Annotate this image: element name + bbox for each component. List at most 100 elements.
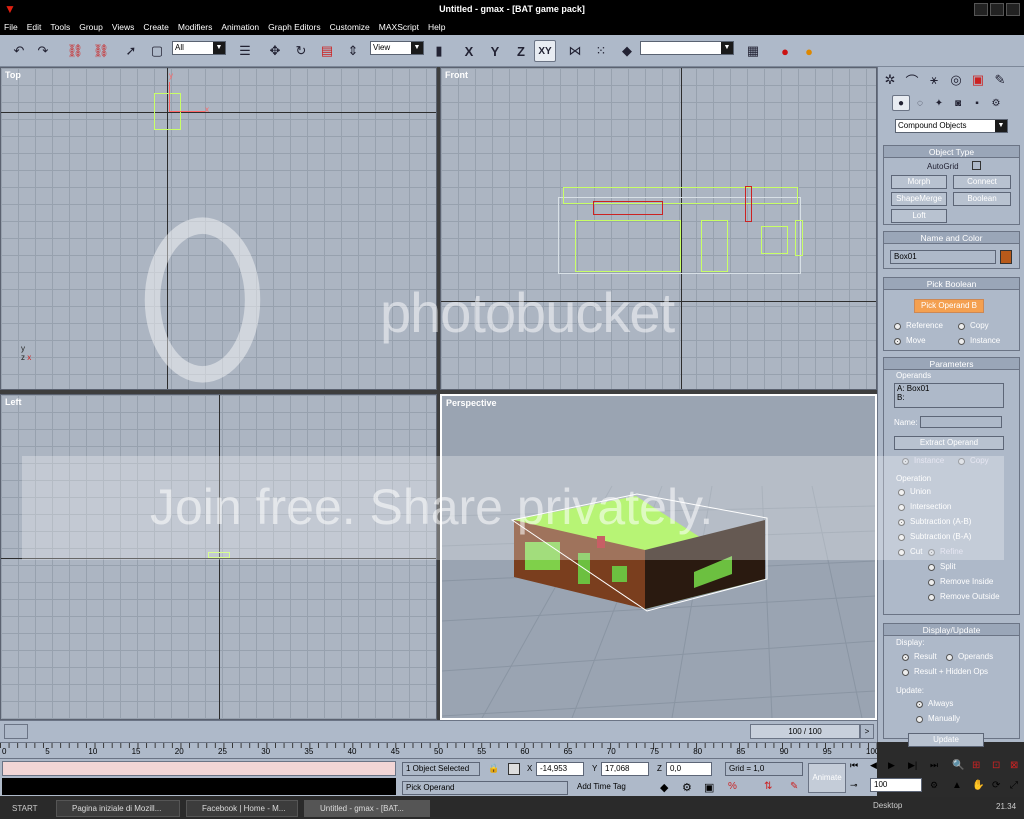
- time-config-icon[interactable]: ⚙: [930, 780, 938, 791]
- squash-icon[interactable]: ⇕: [342, 40, 364, 62]
- operand-b-item[interactable]: B:: [895, 393, 1003, 402]
- menu-modifiers[interactable]: Modifiers: [178, 22, 212, 32]
- x-coordinate-field[interactable]: -14,953: [536, 762, 584, 776]
- instance-radio[interactable]: [958, 338, 965, 345]
- operands-radio[interactable]: [946, 654, 953, 661]
- goto-end-icon[interactable]: ⏭: [930, 760, 938, 771]
- select-by-name-icon[interactable]: ☰: [234, 40, 256, 62]
- pick-operand-b-button[interactable]: Pick Operand B: [914, 299, 984, 313]
- always-radio[interactable]: [916, 701, 923, 708]
- result-radio[interactable]: [902, 654, 909, 661]
- pivot-icon[interactable]: ▮: [428, 40, 450, 62]
- play-icon[interactable]: ▶: [888, 760, 895, 771]
- menu-group[interactable]: Group: [79, 22, 103, 32]
- remove-inside-radio[interactable]: [928, 579, 935, 586]
- display-tab-icon[interactable]: ▣: [968, 71, 988, 89]
- redo-icon[interactable]: ↷: [32, 40, 54, 62]
- object-name-field[interactable]: Box01: [890, 250, 996, 264]
- desktop-toolbar[interactable]: Desktop: [873, 801, 902, 810]
- lock-icon[interactable]: 🔒: [488, 763, 499, 774]
- y-coordinate-field[interactable]: 17,068: [601, 762, 649, 776]
- time-slider[interactable]: 100 / 100: [750, 724, 860, 739]
- copy-radio[interactable]: [958, 323, 965, 330]
- viewport-front[interactable]: Front: [440, 67, 877, 390]
- menu-customize[interactable]: Customize: [330, 22, 370, 32]
- menu-maxscript[interactable]: MAXScript: [379, 22, 419, 32]
- pan-icon[interactable]: ✋: [972, 780, 984, 791]
- result-hidden-radio[interactable]: [902, 669, 909, 676]
- update-button[interactable]: Update: [908, 733, 984, 747]
- angle-snap-icon[interactable]: ⚙: [682, 781, 692, 794]
- category-dropdown[interactable]: Compound Objects ▼: [895, 119, 1008, 133]
- align-icon[interactable]: ◆: [616, 40, 638, 62]
- zoom-extents-all-icon[interactable]: ⊠: [1010, 760, 1018, 771]
- animate-button[interactable]: Animate: [808, 763, 846, 793]
- link-icon[interactable]: ⛓: [64, 40, 86, 62]
- menu-animation[interactable]: Animation: [221, 22, 259, 32]
- shapes-icon[interactable]: ◌: [911, 95, 929, 111]
- create-tab-icon[interactable]: ✲: [880, 71, 900, 89]
- goto-start-icon[interactable]: ⏮: [850, 760, 858, 771]
- edit-named-selection-icon[interactable]: ✎: [790, 781, 798, 792]
- field-of-view-icon[interactable]: ▲: [952, 780, 962, 791]
- modify-tab-icon[interactable]: ⌒: [902, 71, 922, 89]
- operand-a-item[interactable]: A: Box01: [895, 384, 1003, 393]
- array-icon[interactable]: ⁙: [590, 40, 612, 62]
- hierarchy-tab-icon[interactable]: ⚹: [924, 71, 944, 89]
- axis-z-button[interactable]: Z: [510, 40, 532, 62]
- extract-copy-radio[interactable]: [958, 458, 965, 465]
- subtraction-a-b-radio[interactable]: [898, 519, 905, 526]
- maxscript-listener[interactable]: [2, 761, 396, 776]
- cube-icon[interactable]: ▣: [704, 781, 714, 794]
- move-icon[interactable]: ✥: [264, 40, 286, 62]
- morph-button[interactable]: Morph: [891, 175, 947, 189]
- operand-name-field[interactable]: [920, 416, 1002, 428]
- close-button[interactable]: [1006, 3, 1020, 16]
- select-arrow-icon[interactable]: ➚: [120, 40, 142, 62]
- geometry-icon[interactable]: ●: [892, 95, 910, 111]
- display-update-header[interactable]: Display/Update: [884, 624, 1019, 636]
- axis-y-button[interactable]: Y: [484, 40, 506, 62]
- add-time-tag[interactable]: Add Time Tag: [574, 781, 654, 795]
- z-coordinate-field[interactable]: 0,0: [666, 762, 712, 776]
- selection-filter-dropdown[interactable]: All ▼: [172, 41, 226, 55]
- boolean-button[interactable]: Boolean: [953, 192, 1011, 206]
- mirror-icon[interactable]: ⋈: [564, 40, 586, 62]
- maximize-button[interactable]: [990, 3, 1004, 16]
- zoom-icon[interactable]: 🔍: [952, 760, 964, 771]
- remove-outside-radio[interactable]: [928, 594, 935, 601]
- motion-tab-icon[interactable]: ◎: [946, 71, 966, 89]
- axis-xy-button[interactable]: XY: [534, 40, 556, 62]
- connect-button[interactable]: Connect: [953, 175, 1011, 189]
- menu-graph-editors[interactable]: Graph Editors: [268, 22, 320, 32]
- shapemerge-button[interactable]: ShapeMerge: [891, 192, 947, 206]
- current-frame-field[interactable]: 100: [870, 778, 922, 792]
- union-radio[interactable]: [898, 489, 905, 496]
- taskbar-item-firefox[interactable]: Pagina iniziale di Mozill...: [56, 800, 180, 817]
- zoom-all-icon[interactable]: ⊞: [972, 760, 980, 771]
- menu-create[interactable]: Create: [143, 22, 169, 32]
- operands-list[interactable]: A: Box01 B:: [894, 383, 1004, 408]
- minimize-button[interactable]: [974, 3, 988, 16]
- menu-views[interactable]: Views: [112, 22, 135, 32]
- object-color-swatch[interactable]: [1000, 250, 1012, 264]
- subtraction-b-a-radio[interactable]: [898, 534, 905, 541]
- region-select-icon[interactable]: ▢: [146, 40, 168, 62]
- lights-icon[interactable]: ✦: [930, 95, 948, 111]
- move-radio[interactable]: [894, 338, 901, 345]
- unlink-icon[interactable]: ⛓: [90, 40, 112, 62]
- cut-radio[interactable]: [898, 549, 905, 556]
- spinner-snap-icon[interactable]: ⇅: [764, 781, 772, 792]
- menu-file[interactable]: File: [4, 22, 18, 32]
- menu-help[interactable]: Help: [428, 22, 445, 32]
- pick-boolean-header[interactable]: Pick Boolean: [884, 278, 1019, 290]
- viewport-perspective[interactable]: Perspective: [440, 394, 877, 720]
- axis-x-button[interactable]: X: [458, 40, 480, 62]
- menu-tools[interactable]: Tools: [50, 22, 70, 32]
- maximize-viewport-icon[interactable]: ⤢: [1010, 780, 1018, 791]
- start-button[interactable]: START: [2, 800, 46, 817]
- scale-icon[interactable]: ▤: [316, 40, 338, 62]
- refine-radio[interactable]: [928, 549, 935, 556]
- autogrid-checkbox[interactable]: [972, 161, 981, 170]
- systems-icon[interactable]: ⚙: [987, 95, 1005, 111]
